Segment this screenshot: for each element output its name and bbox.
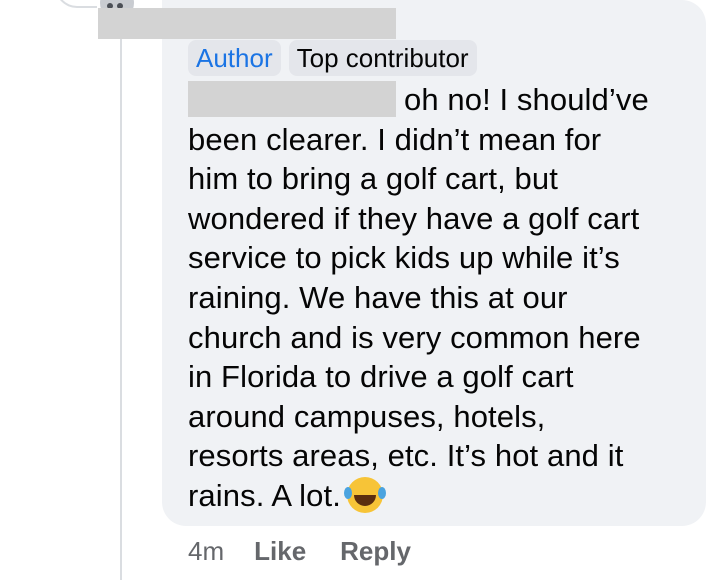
comment-line: rains. A lot.: [188, 477, 341, 513]
reply-button[interactable]: Reply: [340, 536, 411, 567]
thread-connector-line: [120, 0, 122, 580]
top-contributor-badge: Top contributor: [288, 40, 477, 76]
like-button[interactable]: Like: [254, 536, 306, 567]
badge-row: Author Top contributor: [188, 40, 477, 76]
redacted-author-name: [98, 8, 396, 39]
comment-line: church and is very common here: [188, 319, 641, 355]
redacted-mention[interactable]: [188, 81, 396, 117]
author-badge: Author: [188, 40, 281, 76]
comment-line: been clearer. I didn’t mean for: [188, 121, 602, 157]
comment-line: around campuses, hotels,: [188, 398, 546, 434]
comment-line: him to bring a golf cart, but: [188, 161, 558, 197]
comment-line: raining. We have this at our: [188, 279, 568, 315]
comment-actions: 4m Like Reply: [188, 536, 445, 567]
comment-text: oh no! I should’ve been clearer. I didn’…: [188, 80, 698, 516]
comment-line: service to pick kids up while it’s: [188, 240, 620, 276]
laughing-with-tears-emoji-icon: [343, 476, 383, 513]
comment-line: oh no! I should’ve: [404, 82, 649, 117]
thread-connector-curve: [55, 0, 97, 8]
comment-line: wondered if they have a golf cart: [188, 200, 640, 236]
comment-line: resorts areas, etc. It’s hot and it: [188, 438, 624, 474]
timestamp[interactable]: 4m: [188, 536, 224, 567]
comment-line: in Florida to drive a golf cart: [188, 359, 574, 395]
